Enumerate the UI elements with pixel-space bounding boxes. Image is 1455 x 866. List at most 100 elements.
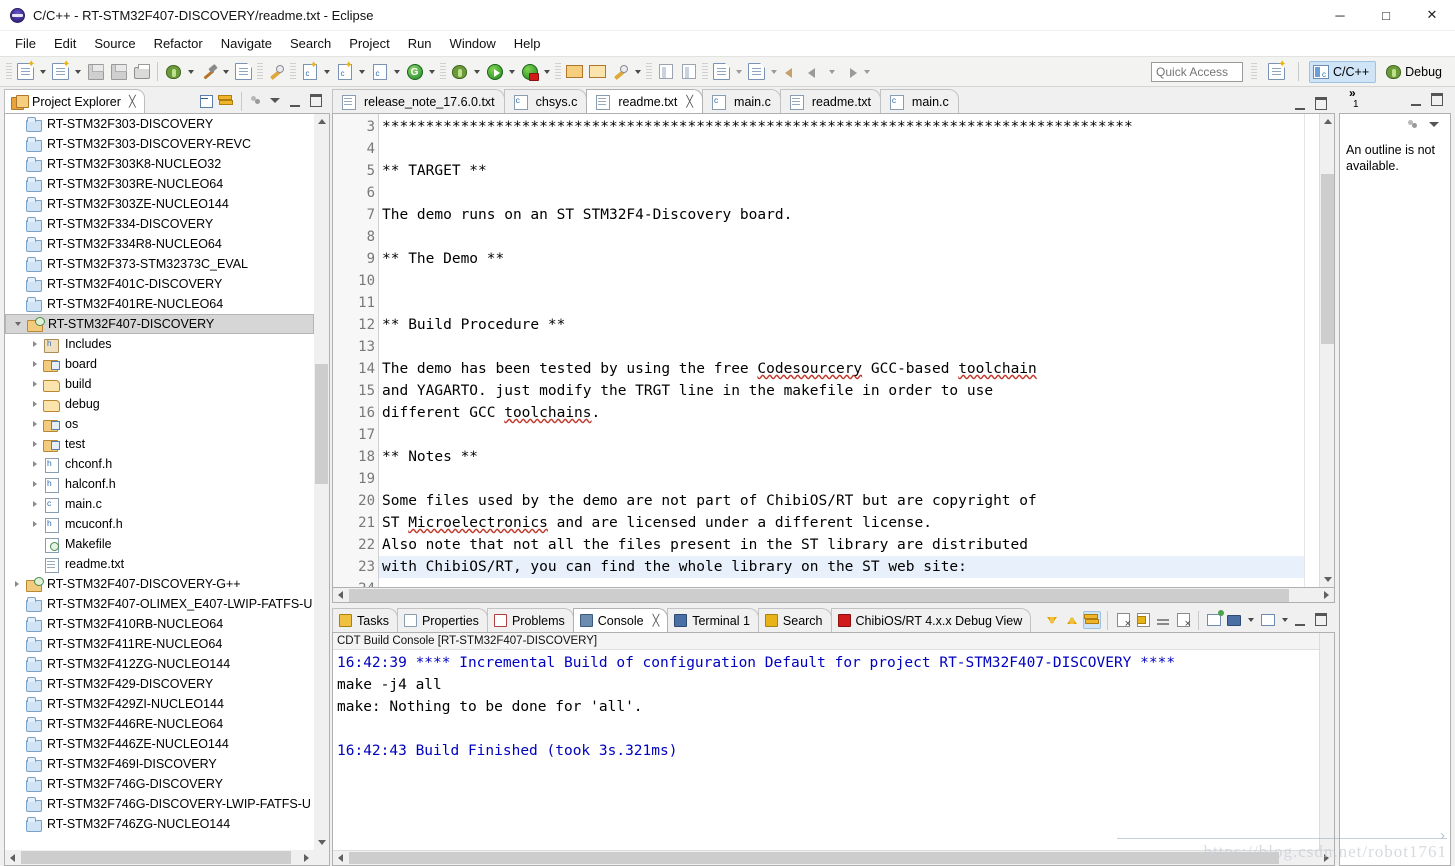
run-dropdown[interactable]	[506, 61, 518, 83]
tree-item[interactable]: RT-STM32F303K8-NUCLEO32	[5, 154, 314, 174]
code-line[interactable]: ** TARGET **	[379, 160, 1334, 182]
tree-item[interactable]: RT-STM32F407-OLIMEX_E407-LWIP-FATFS-U	[5, 594, 314, 614]
new-c-source-button[interactable]: c ✦	[333, 60, 356, 83]
open-console-button[interactable]	[1259, 611, 1277, 629]
toolbar-grip[interactable]	[290, 62, 296, 81]
code-line[interactable]: ST Microelectronics and are licensed und…	[379, 512, 1334, 534]
link-console-button[interactable]	[1083, 611, 1101, 629]
menu-help[interactable]: Help	[505, 33, 550, 54]
overflow-tabs-indicator[interactable]: » 1	[1349, 87, 1359, 110]
editor-tab[interactable]: release_note_17.6.0.txt	[332, 89, 505, 113]
build-hammer-dropdown[interactable]	[220, 61, 232, 83]
chevron-right-icon[interactable]	[27, 335, 43, 353]
editor-horizontal-scrollbar[interactable]	[332, 588, 1335, 603]
menu-search[interactable]: Search	[281, 33, 340, 54]
maximize-button[interactable]: □	[1363, 0, 1409, 31]
show-whitespace-button[interactable]	[677, 60, 700, 83]
scroll-left-icon[interactable]	[333, 851, 348, 865]
scroll-lock-up-button[interactable]	[1063, 611, 1081, 629]
chevron-right-icon[interactable]	[27, 375, 43, 393]
tree-scroll-thumb[interactable]	[315, 364, 328, 484]
code-line[interactable]	[379, 336, 1334, 358]
code-line[interactable]	[379, 292, 1334, 314]
print-button[interactable]	[130, 60, 153, 83]
last-edit-location-button[interactable]	[710, 60, 733, 83]
tree-item[interactable]: test	[5, 434, 314, 454]
code-line[interactable]: The demo runs on an ST STM32F4-Discovery…	[379, 204, 1334, 226]
display-console-dropdown[interactable]	[1245, 609, 1257, 631]
tree-item[interactable]: main.c	[5, 494, 314, 514]
tree-hscroll-thumb[interactable]	[21, 851, 291, 864]
tree-item[interactable]: RT-STM32F407-DISCOVERY-G++	[5, 574, 314, 594]
scroll-lock-down-button[interactable]	[1043, 611, 1061, 629]
console-vertical-scrollbar[interactable]	[1319, 633, 1334, 850]
tree-item[interactable]: Makefile	[5, 534, 314, 554]
maximize-console-button[interactable]	[1313, 611, 1331, 629]
skip-breakpoints-button[interactable]	[265, 60, 288, 83]
console-tab[interactable]: Search	[757, 608, 832, 632]
scroll-up-icon[interactable]	[314, 114, 329, 129]
scroll-down-icon[interactable]	[314, 835, 329, 850]
tree-item[interactable]: RT-STM32F407-DISCOVERY	[5, 314, 314, 334]
menu-navigate[interactable]: Navigate	[212, 33, 281, 54]
editor-tab[interactable]: readme.txt	[779, 89, 881, 113]
tree-item[interactable]: RT-STM32F373-STM32373C_EVAL	[5, 254, 314, 274]
build-all-button[interactable]	[162, 60, 185, 83]
new-c-project-dropdown[interactable]	[72, 61, 84, 83]
chevron-down-icon[interactable]	[10, 315, 26, 333]
tree-item[interactable]: RT-STM32F429ZI-NUCLEO144	[5, 694, 314, 714]
chevron-right-icon[interactable]	[27, 495, 43, 513]
chevron-right-icon[interactable]	[27, 355, 43, 373]
open-perspective-button[interactable]: ✦	[1265, 60, 1288, 83]
editor-tab[interactable]: readme.txt ╳	[586, 89, 704, 113]
save-all-button[interactable]	[107, 60, 130, 83]
tree-item[interactable]: RT-STM32F411RE-NUCLEO64	[5, 634, 314, 654]
previous-annotation-button[interactable]	[803, 60, 826, 83]
minimize-button[interactable]: ─	[1317, 0, 1363, 31]
close-icon[interactable]: ╳	[653, 614, 660, 627]
console-tab[interactable]: Problems	[486, 608, 574, 632]
console-output[interactable]: CDT Build Console [RT-STM32F407-DISCOVER…	[332, 632, 1335, 866]
chevron-right-icon[interactable]	[27, 475, 43, 493]
code-line[interactable]: with ChibiOS/RT, you can find the whole …	[379, 556, 1334, 578]
run-button[interactable]	[483, 60, 506, 83]
editor-tab[interactable]: main.c	[879, 89, 959, 113]
console-horizontal-scrollbar[interactable]	[333, 850, 1334, 865]
new-c-project-button[interactable]: ✦	[49, 60, 72, 83]
scroll-right-icon[interactable]	[1319, 588, 1334, 601]
toolbar-grip[interactable]	[6, 62, 12, 81]
chevron-right-icon[interactable]	[27, 435, 43, 453]
code-line[interactable]: Also note that not all the files present…	[379, 534, 1334, 556]
menu-file[interactable]: File	[6, 33, 45, 54]
tree-horizontal-scrollbar[interactable]	[5, 850, 329, 865]
open-resource-button[interactable]	[563, 60, 586, 83]
binary-view-button[interactable]	[232, 60, 255, 83]
last-edit-location-dropdown[interactable]	[733, 61, 745, 83]
toolbar-grip[interactable]	[257, 62, 263, 81]
scroll-up-icon[interactable]	[1320, 114, 1334, 129]
code-line[interactable]: different GCC toolchains.	[379, 402, 1334, 424]
link-with-editor-button[interactable]	[217, 92, 235, 110]
tree-item[interactable]: RT-STM32F410RB-NUCLEO64	[5, 614, 314, 634]
code-line[interactable]: Some files used by the demo are not part…	[379, 490, 1334, 512]
console-tab[interactable]: Tasks	[332, 608, 398, 632]
toolbar-grip[interactable]	[1251, 62, 1258, 81]
next-annotation-dropdown[interactable]	[861, 61, 873, 83]
minimize-view-button[interactable]	[288, 92, 306, 110]
minimize-outline-button[interactable]	[1409, 91, 1427, 109]
menu-project[interactable]: Project	[340, 33, 398, 54]
close-button[interactable]: ✕	[1409, 0, 1455, 31]
chevron-right-icon[interactable]	[27, 515, 43, 533]
marker-pen-button[interactable]	[609, 60, 632, 83]
scroll-left-icon[interactable]	[333, 588, 348, 601]
new-wizard-button[interactable]: ✦	[14, 60, 37, 83]
tree-item[interactable]: board	[5, 354, 314, 374]
build-hammer-button[interactable]	[197, 60, 220, 83]
tree-item[interactable]: readme.txt	[5, 554, 314, 574]
console-hscroll-thumb[interactable]	[349, 852, 1279, 864]
tree-item[interactable]: RT-STM32F469I-DISCOVERY	[5, 754, 314, 774]
toolbar-grip[interactable]	[702, 62, 708, 81]
code-line[interactable]: ** Notes **	[379, 446, 1334, 468]
tree-item[interactable]: debug	[5, 394, 314, 414]
tree-vertical-scrollbar[interactable]	[314, 114, 329, 850]
